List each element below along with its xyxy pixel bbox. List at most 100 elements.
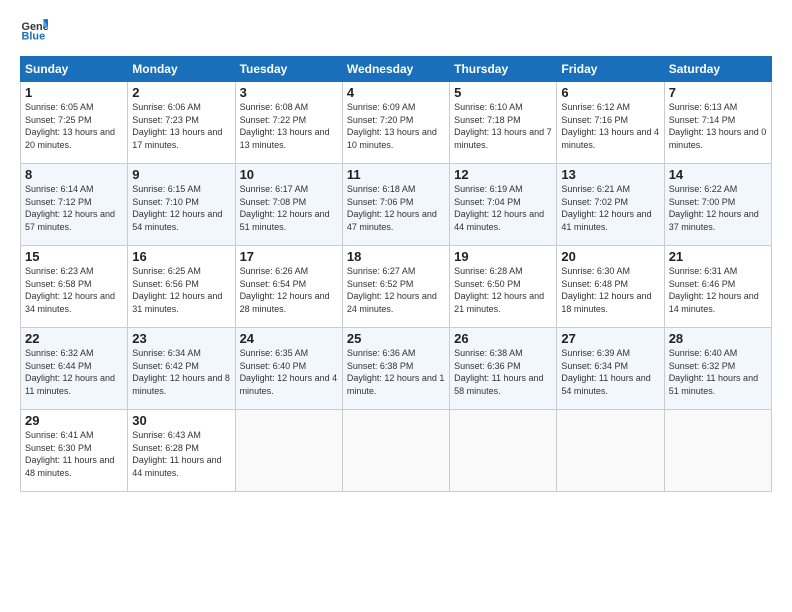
day-info: Sunrise: 6:38 AMSunset: 6:36 PMDaylight:… xyxy=(454,347,552,397)
col-header-monday: Monday xyxy=(128,57,235,82)
day-info: Sunrise: 6:17 AMSunset: 7:08 PMDaylight:… xyxy=(240,183,338,233)
logo: General Blue xyxy=(20,16,52,44)
day-number: 3 xyxy=(240,85,338,100)
calendar-cell: 24Sunrise: 6:35 AMSunset: 6:40 PMDayligh… xyxy=(235,328,342,410)
day-info: Sunrise: 6:19 AMSunset: 7:04 PMDaylight:… xyxy=(454,183,552,233)
day-info: Sunrise: 6:25 AMSunset: 6:56 PMDaylight:… xyxy=(132,265,230,315)
col-header-friday: Friday xyxy=(557,57,664,82)
day-number: 17 xyxy=(240,249,338,264)
day-number: 21 xyxy=(669,249,767,264)
calendar-cell: 26Sunrise: 6:38 AMSunset: 6:36 PMDayligh… xyxy=(450,328,557,410)
calendar-week-row: 29Sunrise: 6:41 AMSunset: 6:30 PMDayligh… xyxy=(21,410,772,492)
day-info: Sunrise: 6:36 AMSunset: 6:38 PMDaylight:… xyxy=(347,347,445,397)
calendar-cell xyxy=(664,410,771,492)
calendar-cell xyxy=(450,410,557,492)
calendar-cell: 30Sunrise: 6:43 AMSunset: 6:28 PMDayligh… xyxy=(128,410,235,492)
day-number: 7 xyxy=(669,85,767,100)
day-number: 13 xyxy=(561,167,659,182)
day-number: 9 xyxy=(132,167,230,182)
day-info: Sunrise: 6:35 AMSunset: 6:40 PMDaylight:… xyxy=(240,347,338,397)
calendar-cell: 8Sunrise: 6:14 AMSunset: 7:12 PMDaylight… xyxy=(21,164,128,246)
calendar-cell: 12Sunrise: 6:19 AMSunset: 7:04 PMDayligh… xyxy=(450,164,557,246)
day-number: 30 xyxy=(132,413,230,428)
day-info: Sunrise: 6:09 AMSunset: 7:20 PMDaylight:… xyxy=(347,101,445,151)
calendar-cell: 11Sunrise: 6:18 AMSunset: 7:06 PMDayligh… xyxy=(342,164,449,246)
calendar-cell: 17Sunrise: 6:26 AMSunset: 6:54 PMDayligh… xyxy=(235,246,342,328)
calendar-cell: 27Sunrise: 6:39 AMSunset: 6:34 PMDayligh… xyxy=(557,328,664,410)
day-info: Sunrise: 6:40 AMSunset: 6:32 PMDaylight:… xyxy=(669,347,767,397)
day-info: Sunrise: 6:27 AMSunset: 6:52 PMDaylight:… xyxy=(347,265,445,315)
calendar-cell: 14Sunrise: 6:22 AMSunset: 7:00 PMDayligh… xyxy=(664,164,771,246)
col-header-wednesday: Wednesday xyxy=(342,57,449,82)
calendar-week-row: 1Sunrise: 6:05 AMSunset: 7:25 PMDaylight… xyxy=(21,82,772,164)
calendar-cell: 28Sunrise: 6:40 AMSunset: 6:32 PMDayligh… xyxy=(664,328,771,410)
day-number: 20 xyxy=(561,249,659,264)
day-info: Sunrise: 6:26 AMSunset: 6:54 PMDaylight:… xyxy=(240,265,338,315)
day-number: 19 xyxy=(454,249,552,264)
day-number: 29 xyxy=(25,413,123,428)
calendar-cell: 3Sunrise: 6:08 AMSunset: 7:22 PMDaylight… xyxy=(235,82,342,164)
day-number: 12 xyxy=(454,167,552,182)
day-number: 26 xyxy=(454,331,552,346)
day-info: Sunrise: 6:15 AMSunset: 7:10 PMDaylight:… xyxy=(132,183,230,233)
day-number: 28 xyxy=(669,331,767,346)
day-number: 24 xyxy=(240,331,338,346)
day-info: Sunrise: 6:22 AMSunset: 7:00 PMDaylight:… xyxy=(669,183,767,233)
day-info: Sunrise: 6:08 AMSunset: 7:22 PMDaylight:… xyxy=(240,101,338,151)
col-header-thursday: Thursday xyxy=(450,57,557,82)
day-info: Sunrise: 6:34 AMSunset: 6:42 PMDaylight:… xyxy=(132,347,230,397)
calendar-cell xyxy=(557,410,664,492)
day-number: 1 xyxy=(25,85,123,100)
col-header-sunday: Sunday xyxy=(21,57,128,82)
calendar-cell: 10Sunrise: 6:17 AMSunset: 7:08 PMDayligh… xyxy=(235,164,342,246)
calendar-table: SundayMondayTuesdayWednesdayThursdayFrid… xyxy=(20,56,772,492)
svg-text:Blue: Blue xyxy=(22,30,46,42)
day-number: 16 xyxy=(132,249,230,264)
calendar-cell: 20Sunrise: 6:30 AMSunset: 6:48 PMDayligh… xyxy=(557,246,664,328)
day-number: 18 xyxy=(347,249,445,264)
calendar-cell: 1Sunrise: 6:05 AMSunset: 7:25 PMDaylight… xyxy=(21,82,128,164)
day-number: 6 xyxy=(561,85,659,100)
calendar-cell: 21Sunrise: 6:31 AMSunset: 6:46 PMDayligh… xyxy=(664,246,771,328)
calendar-cell: 9Sunrise: 6:15 AMSunset: 7:10 PMDaylight… xyxy=(128,164,235,246)
calendar-cell: 19Sunrise: 6:28 AMSunset: 6:50 PMDayligh… xyxy=(450,246,557,328)
day-number: 8 xyxy=(25,167,123,182)
day-number: 15 xyxy=(25,249,123,264)
day-info: Sunrise: 6:21 AMSunset: 7:02 PMDaylight:… xyxy=(561,183,659,233)
day-info: Sunrise: 6:28 AMSunset: 6:50 PMDaylight:… xyxy=(454,265,552,315)
day-info: Sunrise: 6:13 AMSunset: 7:14 PMDaylight:… xyxy=(669,101,767,151)
day-info: Sunrise: 6:14 AMSunset: 7:12 PMDaylight:… xyxy=(25,183,123,233)
calendar-week-row: 8Sunrise: 6:14 AMSunset: 7:12 PMDaylight… xyxy=(21,164,772,246)
day-number: 22 xyxy=(25,331,123,346)
calendar-cell xyxy=(235,410,342,492)
day-info: Sunrise: 6:06 AMSunset: 7:23 PMDaylight:… xyxy=(132,101,230,151)
calendar-cell: 4Sunrise: 6:09 AMSunset: 7:20 PMDaylight… xyxy=(342,82,449,164)
day-info: Sunrise: 6:18 AMSunset: 7:06 PMDaylight:… xyxy=(347,183,445,233)
calendar-cell: 5Sunrise: 6:10 AMSunset: 7:18 PMDaylight… xyxy=(450,82,557,164)
calendar-cell: 16Sunrise: 6:25 AMSunset: 6:56 PMDayligh… xyxy=(128,246,235,328)
day-info: Sunrise: 6:05 AMSunset: 7:25 PMDaylight:… xyxy=(25,101,123,151)
day-number: 5 xyxy=(454,85,552,100)
calendar-cell: 25Sunrise: 6:36 AMSunset: 6:38 PMDayligh… xyxy=(342,328,449,410)
calendar-week-row: 22Sunrise: 6:32 AMSunset: 6:44 PMDayligh… xyxy=(21,328,772,410)
calendar-cell: 22Sunrise: 6:32 AMSunset: 6:44 PMDayligh… xyxy=(21,328,128,410)
calendar-cell: 6Sunrise: 6:12 AMSunset: 7:16 PMDaylight… xyxy=(557,82,664,164)
day-info: Sunrise: 6:12 AMSunset: 7:16 PMDaylight:… xyxy=(561,101,659,151)
day-number: 23 xyxy=(132,331,230,346)
day-number: 10 xyxy=(240,167,338,182)
calendar-cell: 23Sunrise: 6:34 AMSunset: 6:42 PMDayligh… xyxy=(128,328,235,410)
day-info: Sunrise: 6:30 AMSunset: 6:48 PMDaylight:… xyxy=(561,265,659,315)
logo-icon: General Blue xyxy=(20,16,48,44)
day-number: 25 xyxy=(347,331,445,346)
calendar-cell xyxy=(342,410,449,492)
page-header: General Blue xyxy=(20,16,772,44)
day-info: Sunrise: 6:31 AMSunset: 6:46 PMDaylight:… xyxy=(669,265,767,315)
day-info: Sunrise: 6:39 AMSunset: 6:34 PMDaylight:… xyxy=(561,347,659,397)
calendar-cell: 2Sunrise: 6:06 AMSunset: 7:23 PMDaylight… xyxy=(128,82,235,164)
calendar-header-row: SundayMondayTuesdayWednesdayThursdayFrid… xyxy=(21,57,772,82)
col-header-saturday: Saturday xyxy=(664,57,771,82)
day-info: Sunrise: 6:23 AMSunset: 6:58 PMDaylight:… xyxy=(25,265,123,315)
day-number: 27 xyxy=(561,331,659,346)
calendar-cell: 13Sunrise: 6:21 AMSunset: 7:02 PMDayligh… xyxy=(557,164,664,246)
day-number: 2 xyxy=(132,85,230,100)
